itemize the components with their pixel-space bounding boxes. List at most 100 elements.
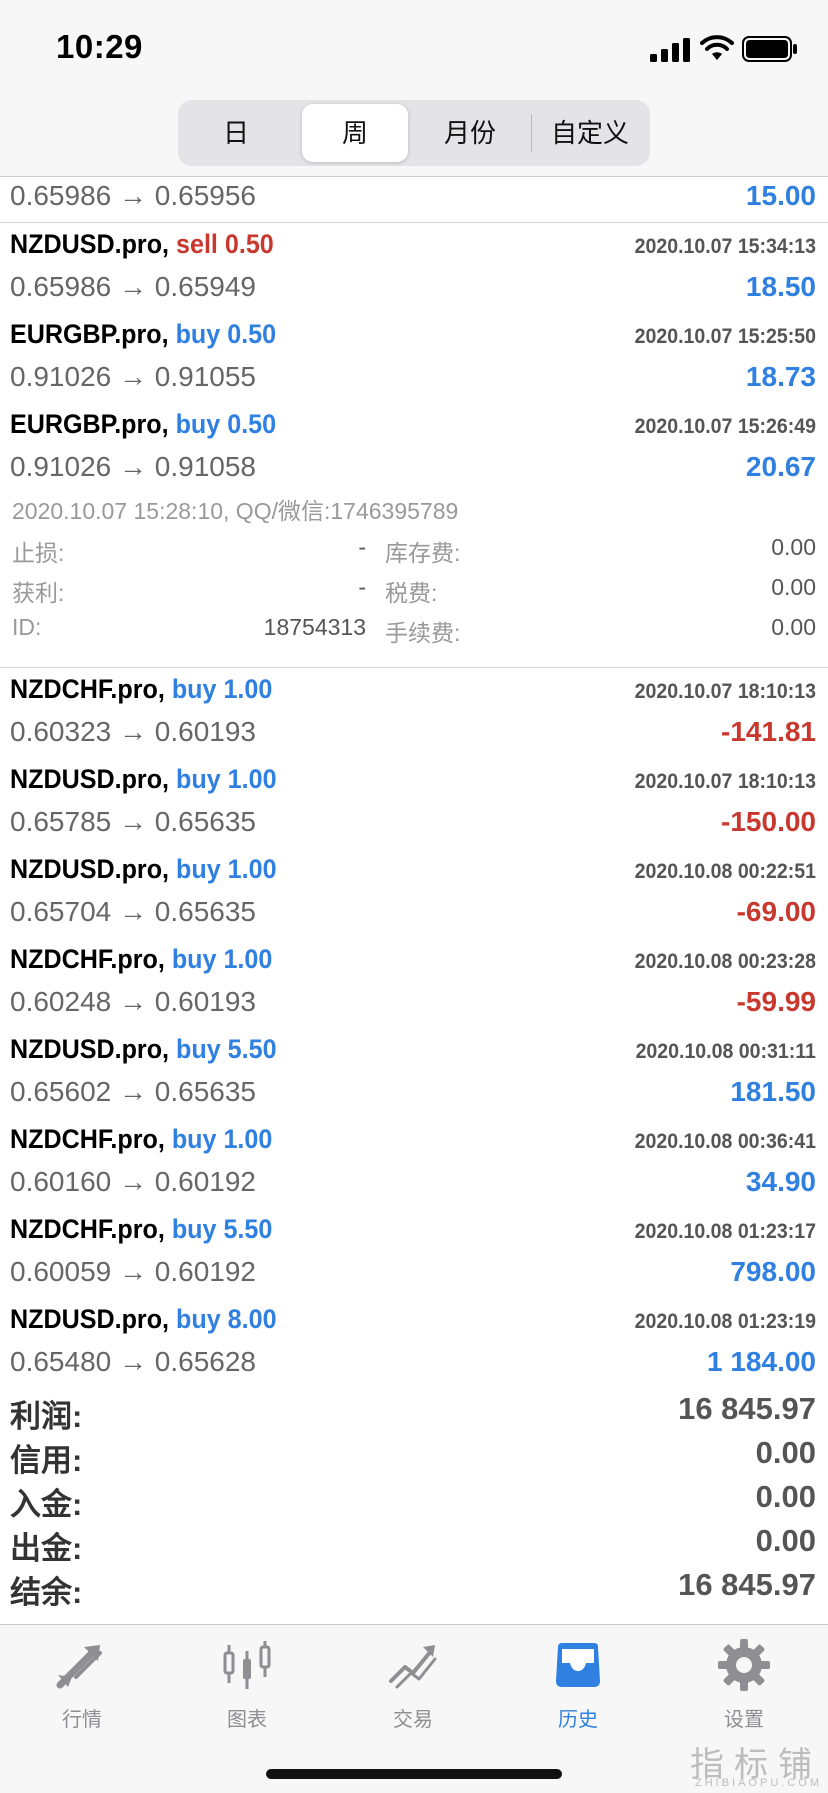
trade-prices: 0.65480 → 0.65628 bbox=[10, 1346, 256, 1377]
trade-profit: 20.67 bbox=[745, 451, 816, 482]
segment-week[interactable]: 周 bbox=[302, 104, 408, 162]
stop-loss-label: 止损: bbox=[12, 540, 65, 566]
tab-settings[interactable]: 设置 bbox=[684, 1637, 804, 1737]
trade-prices: 0.65986 → 0.65949 bbox=[10, 271, 256, 302]
trade-datetime: 2020.10.08 00:23:28 bbox=[634, 950, 816, 973]
tab-history-label: 历史 bbox=[558, 1709, 598, 1731]
tab-charts[interactable]: 图表 bbox=[187, 1637, 307, 1737]
trade-prices: 0.91026 → 0.91058 bbox=[10, 451, 256, 482]
trade-datetime: 2020.10.08 01:23:17 bbox=[634, 1220, 816, 1243]
trade-symbol: NZDCHF.pro, buy 1.00 bbox=[10, 944, 273, 974]
trade-prices: 0.60059 → 0.60192 bbox=[10, 1256, 256, 1287]
tab-quotes[interactable]: 行情 bbox=[22, 1637, 142, 1737]
trade-side: buy bbox=[171, 674, 217, 704]
tab-settings-label: 设置 bbox=[724, 1709, 764, 1731]
summary-deposit-value: 0.00 bbox=[755, 1479, 816, 1514]
status-time: 10:29 bbox=[56, 28, 143, 65]
trade-volume: 1.00 bbox=[227, 764, 277, 794]
summary-credit-label: 信用: bbox=[10, 1443, 83, 1478]
summary-profit-line: 利润: 16 845.97 bbox=[0, 1391, 828, 1435]
id-value: 18754313 bbox=[263, 614, 366, 640]
history-tray-icon bbox=[556, 1643, 600, 1687]
trade-row[interactable]: NZDUSD.pro, buy 8.00 2020.10.08 01:23:19… bbox=[0, 1298, 828, 1389]
trade-profit: -69.00 bbox=[736, 896, 816, 927]
trade-volume: 1.00 bbox=[223, 1124, 273, 1154]
trade-profit: -141.81 bbox=[721, 716, 816, 747]
trade-profit: -150.00 bbox=[721, 806, 816, 837]
trade-row[interactable]: NZDUSD.pro, sell 0.50 2020.10.07 15:34:1… bbox=[0, 223, 828, 314]
trade-row[interactable]: NZDCHF.pro, buy 1.00 2020.10.07 18:10:13… bbox=[0, 668, 828, 759]
trade-row[interactable]: NZDUSD.pro, buy 5.50 2020.10.08 00:31:11… bbox=[0, 1028, 828, 1119]
trade-row[interactable]: NZDUSD.pro, buy 1.00 2020.10.07 18:10:13… bbox=[0, 758, 828, 849]
wifi-icon bbox=[700, 35, 734, 60]
summary-credit-value: 0.00 bbox=[755, 1435, 816, 1470]
tab-trade[interactable]: 交易 bbox=[353, 1637, 473, 1737]
trade-symbol: NZDUSD.pro, buy 1.00 bbox=[10, 854, 277, 884]
trade-prices: 0.91026 → 0.91055 bbox=[10, 361, 256, 392]
trade-side: buy bbox=[176, 854, 221, 884]
trade-row[interactable]: EURGBP.pro, buy 0.50 2020.10.07 15:25:50… bbox=[0, 313, 828, 404]
trade-volume: 5.50 bbox=[223, 1214, 273, 1244]
trade-volume: 8.00 bbox=[227, 1304, 277, 1334]
summary-profit-label: 利润: bbox=[10, 1399, 83, 1434]
trade-datetime: 2020.10.08 00:36:41 bbox=[634, 1130, 816, 1153]
summary-deposit-label: 入金: bbox=[10, 1487, 83, 1522]
tab-trade-label: 交易 bbox=[393, 1709, 433, 1731]
trade-datetime: 2020.10.07 15:25:50 bbox=[634, 325, 816, 348]
trade-row-expanded[interactable]: EURGBP.pro, buy 0.50 2020.10.07 15:26:49… bbox=[0, 403, 828, 493]
battery-icon bbox=[742, 36, 797, 62]
trade-volume: 1.00 bbox=[227, 854, 277, 884]
trade-volume: 0.50 bbox=[227, 319, 277, 349]
fee-label: 手续费: bbox=[385, 620, 461, 646]
trade-datetime: 2020.10.07 15:26:49 bbox=[634, 415, 816, 438]
trade-symbol: EURGBP.pro, buy 0.50 bbox=[10, 409, 277, 439]
trade-symbol: NZDCHF.pro, buy 5.50 bbox=[10, 1214, 273, 1244]
trade-symbol: EURGBP.pro, buy 0.50 bbox=[10, 319, 277, 349]
trade-symbol: NZDCHF.pro, buy 1.00 bbox=[10, 1124, 273, 1154]
trade-datetime: 2020.10.08 01:23:19 bbox=[634, 1310, 816, 1333]
history-list[interactable]: 0.65986 → 0.65956 15.00 NZDUSD.pro, sell… bbox=[0, 177, 828, 1623]
trade-datetime: 2020.10.08 00:22:51 bbox=[634, 860, 816, 883]
trade-row[interactable]: NZDCHF.pro, buy 1.00 2020.10.08 00:23:28… bbox=[0, 938, 828, 1029]
trade-prices: 0.65986 → 0.65956 bbox=[10, 180, 256, 211]
summary-withdrawal-label: 出金: bbox=[10, 1531, 83, 1566]
trade-symbol: NZDCHF.pro, buy 1.00 bbox=[10, 674, 273, 704]
summary-balance-label: 结余: bbox=[10, 1575, 83, 1610]
trade-volume: 1.00 bbox=[223, 674, 273, 704]
trade-detail-panel: 2020.10.07 15:28:10, QQ/微信:1746395789 止损… bbox=[0, 484, 828, 668]
home-indicator[interactable] bbox=[266, 1769, 562, 1779]
segment-divider bbox=[531, 114, 532, 152]
trade-datetime: 2020.10.07 18:10:13 bbox=[634, 680, 816, 703]
trade-volume: 1.00 bbox=[223, 944, 273, 974]
trade-row-partial[interactable]: 0.65986 → 0.65956 15.00 bbox=[0, 177, 828, 223]
segment-day[interactable]: 日 bbox=[182, 104, 290, 162]
trade-volume: 5.50 bbox=[227, 1034, 277, 1064]
trade-prices: 0.60248 → 0.60193 bbox=[10, 986, 256, 1017]
cellular-signal-icon bbox=[650, 38, 690, 62]
tab-history[interactable]: 历史 bbox=[518, 1637, 638, 1737]
trade-row[interactable]: NZDCHF.pro, buy 5.50 2020.10.08 01:23:17… bbox=[0, 1208, 828, 1299]
trade-row[interactable]: NZDCHF.pro, buy 1.00 2020.10.08 00:36:41… bbox=[0, 1118, 828, 1209]
trade-side: buy bbox=[171, 944, 217, 974]
trade-side: buy bbox=[175, 319, 221, 349]
trade-profit: 18.73 bbox=[745, 361, 816, 392]
summary-profit-value: 16 845.97 bbox=[678, 1391, 816, 1426]
segment-custom[interactable]: 自定义 bbox=[534, 104, 646, 162]
stop-loss-value: - bbox=[358, 534, 366, 560]
segment-month[interactable]: 月份 bbox=[414, 104, 526, 162]
bottom-tab-bar: 行情 图表 交易 历史 设置 指标铺 ZHIBIAOPU.COM bbox=[0, 1624, 828, 1793]
trade-prices: 0.60160 → 0.60192 bbox=[10, 1166, 256, 1197]
watermark-en: ZHIBIAOPU.COM bbox=[694, 1777, 822, 1789]
trade-prices: 0.65602 → 0.65635 bbox=[10, 1076, 256, 1107]
candlestick-chart-icon bbox=[223, 1641, 271, 1689]
trade-profit: 15.00 bbox=[745, 180, 816, 211]
trade-datetime: 2020.10.08 00:31:11 bbox=[635, 1040, 816, 1063]
trade-volume: 0.50 bbox=[227, 409, 277, 439]
trade-symbol: NZDUSD.pro, buy 8.00 bbox=[10, 1304, 277, 1334]
trade-side: buy bbox=[175, 409, 221, 439]
trade-symbol: NZDUSD.pro, buy 1.00 bbox=[10, 764, 277, 794]
trade-profit: 798.00 bbox=[730, 1256, 816, 1287]
trade-side: buy bbox=[176, 1034, 221, 1064]
take-profit-value: - bbox=[358, 574, 366, 600]
trade-row[interactable]: NZDUSD.pro, buy 1.00 2020.10.08 00:22:51… bbox=[0, 848, 828, 939]
